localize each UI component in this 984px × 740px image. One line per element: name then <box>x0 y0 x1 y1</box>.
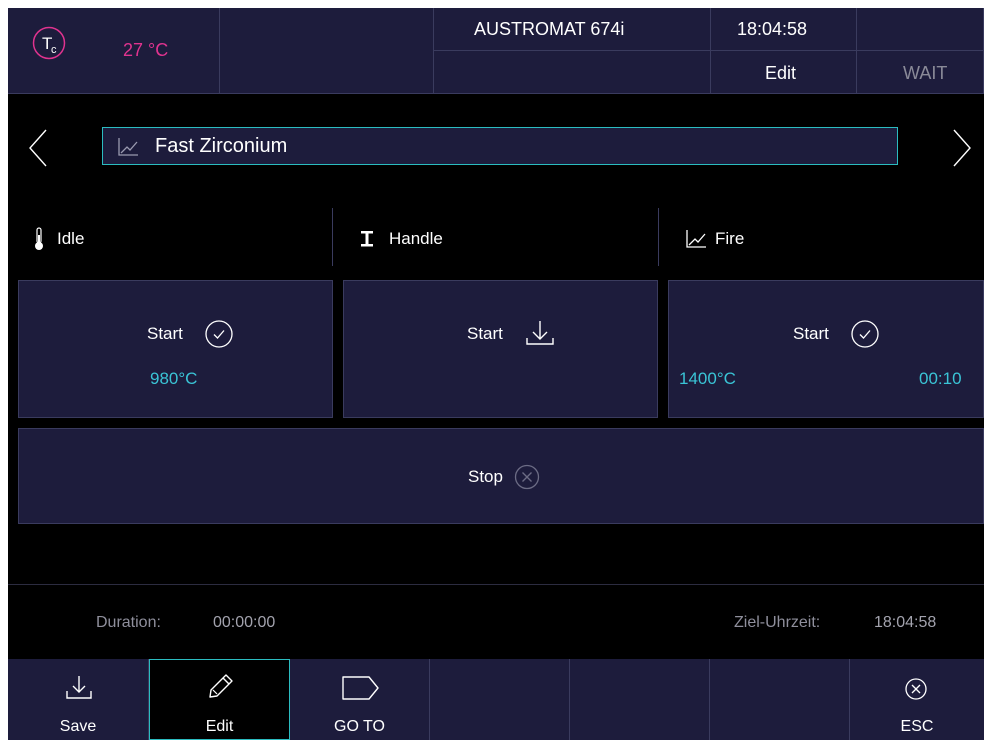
phase-header-idle: Idle <box>8 208 332 266</box>
phase-label-idle: Idle <box>57 229 85 248</box>
clock-cell: 18:04:58 <box>711 8 857 51</box>
check-circle-icon <box>205 320 233 348</box>
download-icon <box>66 676 92 699</box>
phase-header-fire: Fire <box>659 208 984 266</box>
chamber-temp-value: 27 °C <box>123 40 169 60</box>
fire-time-value: 00:10 <box>919 369 962 388</box>
temperature-icon: T c <box>32 26 66 60</box>
pencil-icon <box>209 674 233 698</box>
top-bar: T c 27 °C AUSTROMAT 674i 18:04:58 Edit W… <box>8 8 984 94</box>
status-label: WAIT <box>903 63 948 83</box>
temp-symbol-sub: c <box>51 44 57 56</box>
device-name-cell: AUSTROMAT 674i <box>434 8 711 51</box>
curve-icon <box>118 138 138 156</box>
duration-label: Duration: <box>96 614 161 631</box>
program-name-field[interactable]: Fast Zirconium <box>102 127 898 165</box>
save-button[interactable]: Save <box>8 659 149 740</box>
toolbar-empty-slot <box>570 659 710 740</box>
status-cell: WAIT <box>857 51 984 94</box>
phase-label-fire: Fire <box>715 229 745 248</box>
target-time-value: 18:04:58 <box>874 614 937 631</box>
mode-label: Edit <box>765 63 797 83</box>
thermometer-icon <box>35 227 43 250</box>
target-time-label: Ziel-Uhrzeit: <box>734 614 821 631</box>
phase-label-handle: Handle <box>389 229 443 248</box>
esc-button[interactable]: ESC <box>850 659 984 740</box>
fire-start-button[interactable]: Start 1400°C 00:10 <box>668 280 984 418</box>
toolbar-empty-slot <box>430 659 570 740</box>
idle-start-label: Start <box>147 324 183 343</box>
next-program-button[interactable] <box>948 128 976 168</box>
stop-button[interactable]: Stop <box>18 428 984 524</box>
prev-program-button[interactable] <box>26 128 54 168</box>
handle-start-label: Start <box>467 324 503 343</box>
save-label: Save <box>59 718 97 735</box>
fire-start-label: Start <box>793 324 829 343</box>
fire-temp-value: 1400°C <box>679 369 736 388</box>
oven-screen: T c 27 °C AUSTROMAT 674i 18:04:58 Edit W… <box>8 8 984 740</box>
goto-label: GO TO <box>334 718 385 735</box>
toolbar-empty-slot <box>710 659 850 740</box>
lift-icon <box>361 231 373 247</box>
edit-button[interactable]: Edit <box>149 659 290 740</box>
edit-label: Edit <box>205 718 234 735</box>
download-icon <box>526 321 554 345</box>
stop-label: Stop <box>468 467 503 486</box>
header-empty-cell <box>220 8 434 94</box>
tag-icon <box>342 676 379 700</box>
chamber-temp-cell: T c 27 °C <box>8 8 220 94</box>
idle-temp-value: 980°C <box>150 369 198 388</box>
phase-header-handle: Handle <box>333 208 658 266</box>
curve-icon <box>686 230 706 248</box>
divider <box>8 584 984 585</box>
clock: 18:04:58 <box>737 19 808 39</box>
esc-label: ESC <box>900 718 934 735</box>
close-circle-icon <box>905 678 927 700</box>
check-circle-icon <box>851 320 879 348</box>
close-circle-icon <box>514 464 540 490</box>
header-sub-cell <box>434 51 711 94</box>
duration-value: 00:00:00 <box>213 614 276 631</box>
header-corner-cell <box>857 8 984 51</box>
handle-start-button[interactable]: Start <box>343 280 658 418</box>
mode-cell: Edit <box>711 51 857 94</box>
program-name: Fast Zirconium <box>155 135 288 157</box>
goto-button[interactable]: GO TO <box>290 659 430 740</box>
idle-start-button[interactable]: Start 980°C <box>18 280 333 418</box>
device-name: AUSTROMAT 674i <box>474 19 625 39</box>
